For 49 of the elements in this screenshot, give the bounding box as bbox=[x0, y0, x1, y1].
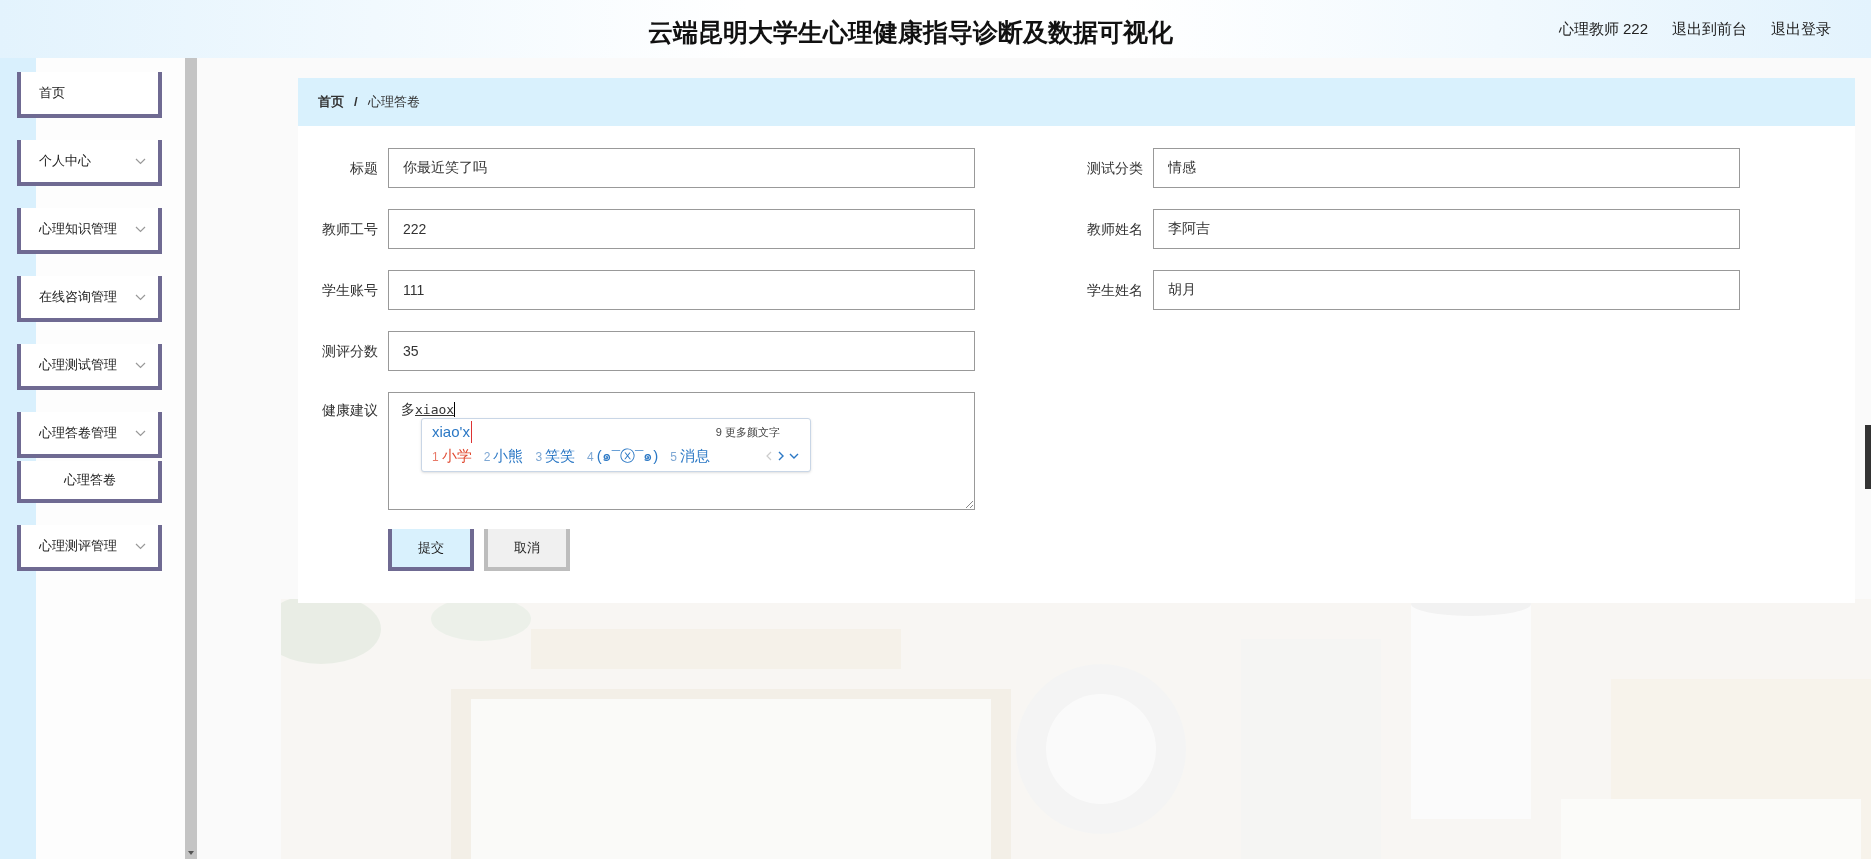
more-emoticons-link[interactable]: 9 更多颜文字 bbox=[715, 423, 780, 441]
chevron-down-icon bbox=[135, 225, 146, 233]
sidebar-item[interactable]: 首页 bbox=[17, 72, 162, 118]
resize-grip-icon[interactable] bbox=[965, 500, 973, 508]
ime-candidate[interactable]: 3 笑笑 bbox=[535, 444, 576, 468]
field-label: 教师姓名 bbox=[1086, 219, 1143, 239]
chevron-down-icon bbox=[135, 542, 146, 550]
pinyin-text: xiao'x bbox=[432, 420, 472, 444]
chevron-down-icon bbox=[135, 293, 146, 301]
submenu-item[interactable]: 心理答卷 bbox=[17, 461, 162, 503]
ime-candidate[interactable]: 1 小学 bbox=[432, 444, 472, 468]
breadcrumb-separator: / bbox=[354, 93, 358, 112]
user-label: 心理教师 222 bbox=[1558, 18, 1648, 39]
field-label: 教师工号 bbox=[321, 219, 378, 239]
ime-candidate[interactable]: 5 消息 bbox=[670, 444, 710, 468]
sidebar-item[interactable]: 心理测评管理 bbox=[17, 525, 162, 571]
ime-candidate[interactable]: 2 小熊 bbox=[483, 444, 524, 468]
sidebar-item[interactable]: 个人中心 bbox=[17, 140, 162, 186]
sidebar-item[interactable]: 在线咨询管理 bbox=[17, 276, 162, 322]
sidebar-item[interactable]: 心理知识管理 bbox=[17, 208, 162, 254]
scrollbar[interactable] bbox=[185, 58, 197, 859]
text-field[interactable]: 李阿吉 bbox=[1153, 209, 1740, 249]
site-title: 云端昆明大学生心理健康指导诊断及数据可视化 bbox=[648, 17, 1173, 48]
chevron-down-icon bbox=[135, 429, 146, 437]
field-label: 测试分类 bbox=[1086, 158, 1143, 178]
field-label: 学生账号 bbox=[321, 280, 378, 300]
ime-candidate[interactable]: 4 (๑¯ⓧ¯๑) bbox=[587, 444, 659, 468]
text-field[interactable]: 胡月 bbox=[1153, 270, 1740, 310]
chevron-down-icon bbox=[135, 361, 146, 369]
chevron-down-icon bbox=[135, 157, 146, 165]
field-label: 学生姓名 bbox=[1086, 280, 1143, 300]
breadcrumb-item: 心理答卷 bbox=[367, 93, 420, 112]
breadcrumb-item[interactable]: 首页 bbox=[318, 92, 344, 112]
text-field[interactable]: 你最近笑了吗 bbox=[388, 148, 975, 188]
field-label: 健康建议 bbox=[321, 401, 378, 420]
down-arrow-icon[interactable] bbox=[188, 851, 194, 855]
header-link[interactable]: 退出登录 bbox=[1771, 17, 1831, 41]
text-field[interactable]: 情感 bbox=[1153, 148, 1740, 188]
text-field[interactable]: 222 bbox=[388, 209, 975, 249]
submit-button[interactable]: 提交 bbox=[388, 529, 474, 571]
sidebar-item[interactable]: 心理答卷管理 bbox=[17, 412, 162, 458]
header-link[interactable]: 退出到前台 bbox=[1672, 17, 1747, 41]
text-field[interactable]: 111 bbox=[388, 270, 975, 310]
edge-handle[interactable] bbox=[1865, 425, 1871, 489]
sidebar-item[interactable]: 心理测试管理 bbox=[17, 344, 162, 390]
text-field[interactable]: 35 bbox=[388, 331, 975, 371]
cancel-button[interactable]: 取消 bbox=[484, 529, 570, 571]
field-label: 测评分数 bbox=[321, 341, 378, 361]
field-label: 标题 bbox=[349, 158, 378, 178]
